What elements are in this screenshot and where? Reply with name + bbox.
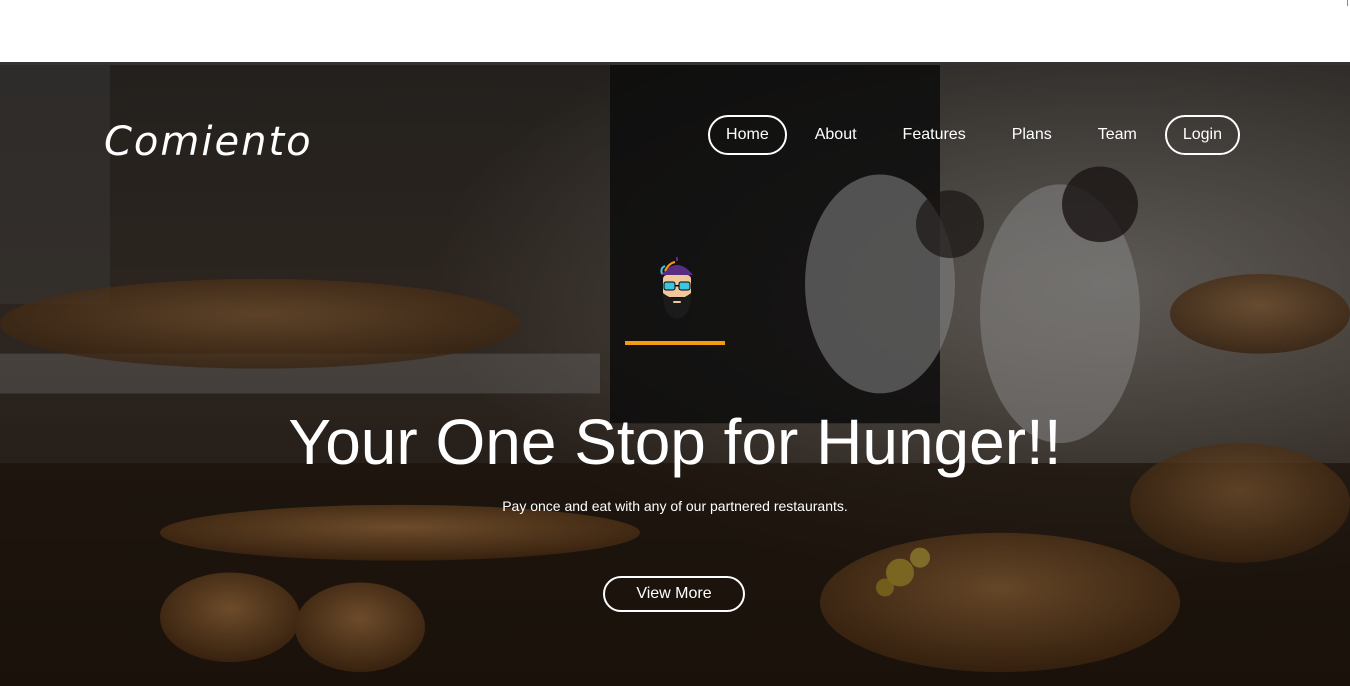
main-nav: Home About Features Plans Team Login [698,115,1240,155]
nav-item-about[interactable]: About [797,115,875,155]
nav-item-team[interactable]: Team [1080,115,1155,155]
corner-mark [1347,0,1348,6]
nav-item-plans[interactable]: Plans [994,115,1070,155]
bearded-man-with-sunglasses-icon [660,257,693,319]
hero-subtitle: Pay once and eat with any of our partner… [502,498,848,514]
nav-item-features[interactable]: Features [885,115,984,155]
hero-section: Comiento Home About Features Plans Team … [0,62,1350,686]
nav-item-login[interactable]: Login [1164,115,1240,155]
hero-title: Your One Stop for Hunger!! [288,406,1062,478]
browser-top-area [0,0,1350,62]
brand-logo[interactable]: Comiento [104,119,313,165]
nav-item-home[interactable]: Home [708,115,787,155]
view-more-button[interactable]: View More [603,576,745,612]
accent-divider [625,341,725,345]
